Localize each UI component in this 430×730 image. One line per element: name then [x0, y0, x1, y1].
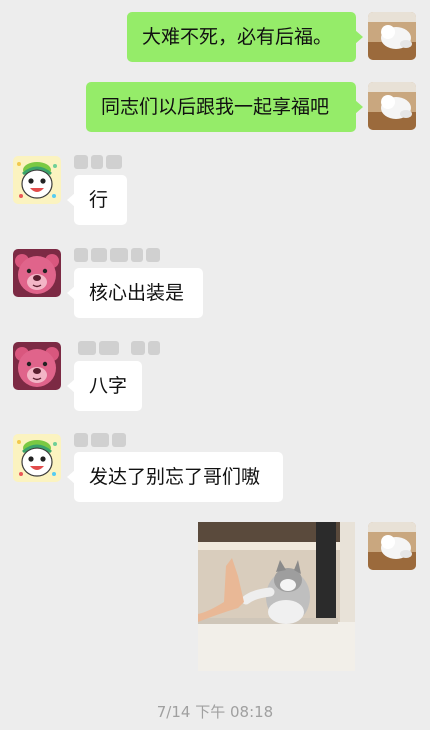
message-bubble-other[interactable]: 核心出装是 — [67, 268, 203, 318]
message-text: 大难不死，必有后福。 — [142, 26, 333, 48]
image-message[interactable] — [198, 522, 355, 671]
message-text: 核心出装是 — [89, 282, 185, 304]
cat-high-five-photo — [198, 522, 355, 671]
cartoon-avatar-image — [13, 434, 61, 482]
contact-name-blurred — [78, 341, 160, 355]
contact-avatar[interactable] — [13, 156, 61, 204]
self-avatar[interactable] — [368, 12, 416, 60]
message-bubble-other[interactable]: 行 — [67, 175, 127, 225]
contact-name-blurred — [74, 155, 122, 169]
message-bubble-other[interactable]: 发达了别忘了哥们嗷 — [67, 452, 283, 502]
cartoon-avatar-image — [13, 156, 61, 204]
message-bubble-self[interactable]: 同志们以后跟我一起享福吧 — [86, 82, 363, 132]
message-text: 八字 — [89, 375, 128, 397]
cat-avatar-image — [368, 12, 416, 60]
cat-avatar-image — [368, 82, 416, 130]
contact-avatar[interactable] — [13, 434, 61, 482]
contact-avatar[interactable] — [13, 342, 61, 390]
contact-avatar[interactable] — [13, 249, 61, 297]
message-text: 发达了别忘了哥们嗷 — [89, 466, 261, 488]
chat-timestamp: 7/14 下午 08:18 — [156, 703, 274, 721]
cat-avatar-image — [368, 522, 416, 570]
message-text: 行 — [89, 189, 109, 211]
contact-name-blurred — [74, 248, 160, 262]
message-text: 同志们以后跟我一起享福吧 — [101, 96, 330, 118]
message-bubble-self[interactable]: 大难不死，必有后福。 — [127, 12, 363, 62]
self-avatar[interactable] — [368, 82, 416, 130]
contact-name-blurred — [74, 433, 126, 447]
self-avatar[interactable] — [368, 522, 416, 570]
message-bubble-other[interactable]: 八字 — [67, 361, 142, 411]
lotso-bear-avatar-image — [13, 249, 61, 297]
lotso-bear-avatar-image — [13, 342, 61, 390]
